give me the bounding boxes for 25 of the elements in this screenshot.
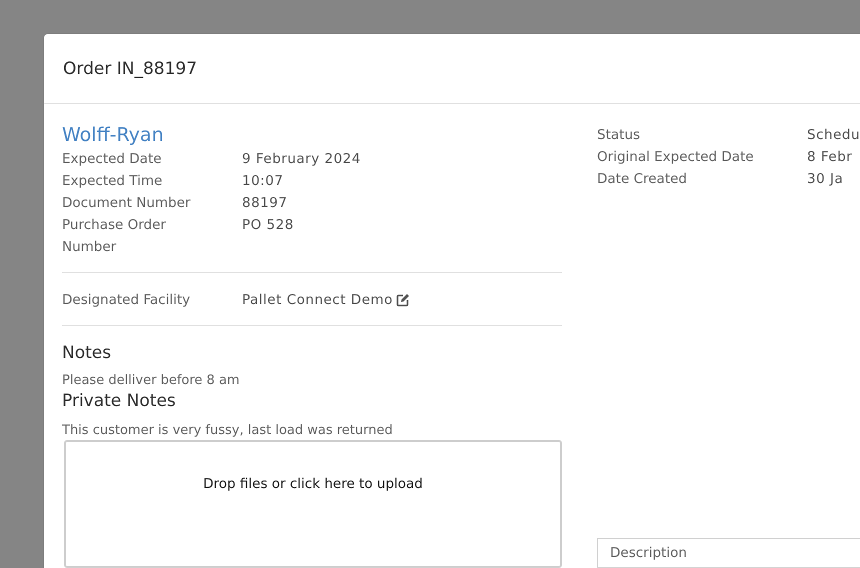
field-label: Expected Time: [62, 172, 164, 191]
customer-link[interactable]: Wolff-Ryan: [62, 124, 164, 146]
field-value: 9 February 2024: [242, 150, 362, 169]
field-value: 8 Febr: [807, 148, 854, 167]
field-label: Document Number: [62, 194, 192, 213]
field-label: Original Expected Date: [597, 148, 755, 167]
field-value: 10:07: [242, 172, 284, 191]
description-field[interactable]: Description: [597, 538, 860, 568]
file-dropzone[interactable]: Drop files or click here to upload: [64, 440, 562, 568]
field-label: Status: [597, 126, 642, 145]
section-heading: Notes: [62, 342, 112, 364]
field-value: 30 Ja: [807, 170, 844, 189]
section-heading: Private Notes: [62, 390, 177, 412]
field-value: Pallet Connect Demo: [242, 291, 393, 310]
field-label: Date Created: [597, 170, 688, 189]
field-value: 88197: [242, 194, 288, 213]
edit-icon[interactable]: [396, 293, 410, 307]
field-value: PO 528: [242, 216, 295, 235]
field-value: Schedu: [807, 126, 860, 145]
field-label: Purchase Order Number: [62, 216, 167, 257]
field-label: Expected Date: [62, 150, 163, 169]
note-text: This customer is very fussy, last load was returned: [62, 422, 394, 440]
note-text: Please delliver before 8 am: [62, 372, 241, 390]
field-label: Designated Facility: [62, 291, 192, 310]
dialog-title: Order IN_88197: [63, 58, 198, 78]
